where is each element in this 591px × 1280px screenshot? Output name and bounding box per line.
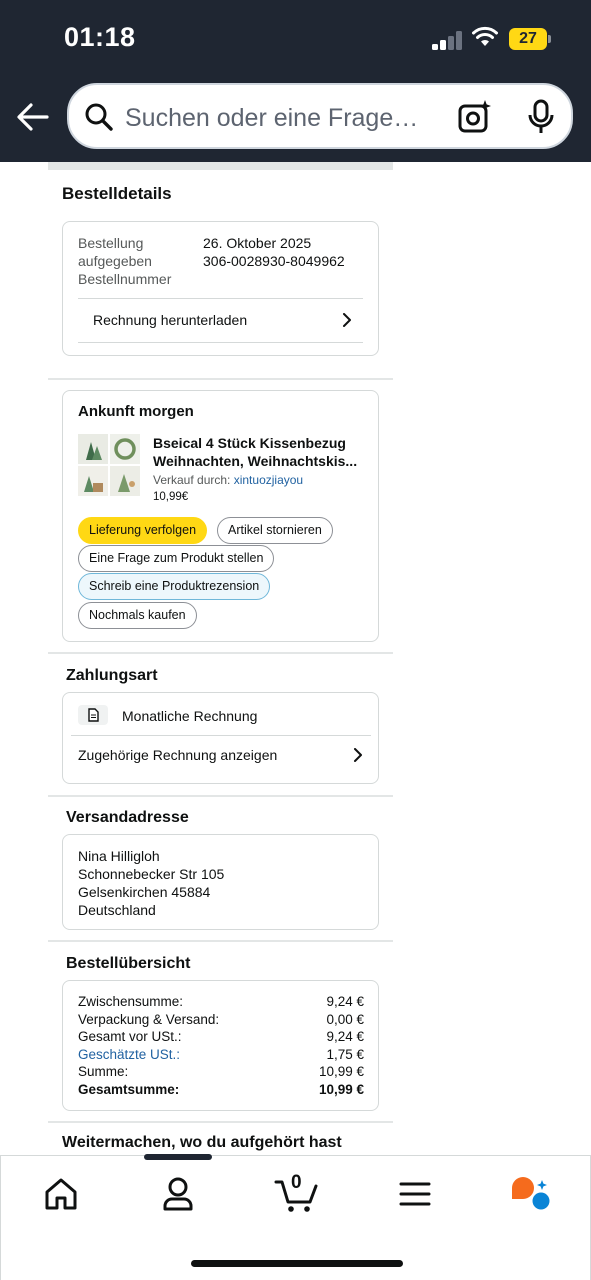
divider: [48, 940, 393, 942]
address-country: Deutschland: [78, 902, 156, 918]
track-package-button[interactable]: Lieferung verfolgen: [78, 517, 208, 544]
search-input[interactable]: Suchen oder eine Frage…: [125, 104, 418, 133]
order-placed-label: Bestellung aufgegeben Bestellnummer: [78, 235, 172, 287]
order-details-heading: Bestelldetails: [62, 184, 172, 203]
order-number-label: Bestellnummer: [78, 271, 172, 287]
divider: [48, 795, 393, 797]
shipping-address-card: Nina Hilligloh Schonnebecker Str 105 Gel…: [62, 834, 379, 930]
buy-again-button[interactable]: Nochmals kaufen: [78, 602, 197, 629]
divider: [48, 378, 393, 380]
payment-method: Monatliche Rechnung: [122, 708, 258, 724]
cancel-item-button[interactable]: Artikel stornieren: [217, 517, 333, 544]
alexa-icon[interactable]: [508, 1174, 552, 1214]
address-city: Gelsenkirchen 45884: [78, 884, 211, 900]
wifi-icon: [472, 26, 498, 46]
seller-info: Verkauf durch: xintuozjiayou: [153, 473, 304, 487]
battery-icon: 27: [509, 28, 551, 50]
menu-icon[interactable]: [395, 1174, 435, 1214]
download-invoice-link[interactable]: Rechnung herunterladen: [78, 300, 363, 340]
order-summary-heading: Bestellübersicht: [66, 955, 191, 972]
product-price: 10,99€: [153, 491, 189, 503]
order-summary-card: Zwischensumme: 9,24 € Verpackung & Versan…: [62, 980, 379, 1111]
scroll-indicator: [144, 1154, 212, 1160]
cellular-signal-icon: [432, 30, 462, 50]
write-review-button[interactable]: Schreib eine Produktrezension: [78, 573, 271, 600]
bottom-tab-bar: 0: [0, 1154, 591, 1280]
download-invoice-label: Rechnung herunterladen: [93, 312, 248, 328]
continue-heading: Weitermachen, wo du aufgehört hast: [62, 1134, 342, 1151]
product-image[interactable]: [78, 434, 140, 496]
shipment-card: Ankunft morgen Bseical 4 Stück Kissenbez…: [62, 390, 379, 642]
seller-link[interactable]: xintuozjiayou: [234, 473, 303, 487]
chevron-right-icon: [343, 313, 351, 327]
order-details-card: Bestellung aufgegeben Bestellnummer 26. …: [62, 221, 379, 356]
divider: [78, 342, 363, 343]
payment-card: Monatliche Rechnung Zugehörige Rechnung …: [62, 692, 379, 784]
home-indicator: [191, 1260, 403, 1267]
shipping-address: Nina Hilligloh Schonnebecker Str 105 Gel…: [78, 847, 224, 919]
view-invoice-link[interactable]: Zugehörige Rechnung anzeigen: [78, 735, 368, 775]
chevron-right-icon: [354, 748, 362, 762]
divider: [78, 298, 363, 299]
divider: [48, 1121, 393, 1123]
arrival-title: Ankunft morgen: [78, 403, 194, 420]
camera-lens-icon[interactable]: [457, 99, 493, 135]
account-icon[interactable]: [158, 1174, 198, 1214]
app-header: 01:18 27 Suchen oder eine Frage…: [0, 0, 591, 162]
battery-level: 27: [509, 28, 547, 50]
cart-tab[interactable]: 0: [274, 1172, 320, 1214]
search-bar[interactable]: Suchen oder eine Frage…: [67, 83, 573, 149]
view-invoice-label: Zugehörige Rechnung anzeigen: [78, 747, 278, 763]
microphone-icon[interactable]: [527, 99, 555, 135]
order-number: 306-0028930-8049962: [203, 253, 345, 269]
product-title[interactable]: Bseical 4 Stück Kissenbezug Weihnachten,…: [153, 434, 368, 470]
search-icon: [85, 103, 113, 131]
shipping-address-heading: Versandadresse: [66, 809, 189, 826]
cart-count: 0: [291, 1172, 302, 1193]
payment-heading: Zahlungsart: [66, 667, 158, 684]
home-icon[interactable]: [41, 1174, 81, 1214]
address-name: Nina Hilligloh: [78, 848, 160, 864]
divider: [48, 162, 393, 170]
document-icon: [78, 705, 108, 725]
order-placed-date: 26. Oktober 2025: [203, 235, 312, 251]
ask-question-button[interactable]: Eine Frage zum Produkt stellen: [78, 545, 275, 572]
back-arrow-icon[interactable]: [16, 100, 50, 134]
status-time: 01:18: [64, 22, 136, 52]
divider: [48, 652, 393, 654]
address-street: Schonnebecker Str 105: [78, 866, 225, 882]
